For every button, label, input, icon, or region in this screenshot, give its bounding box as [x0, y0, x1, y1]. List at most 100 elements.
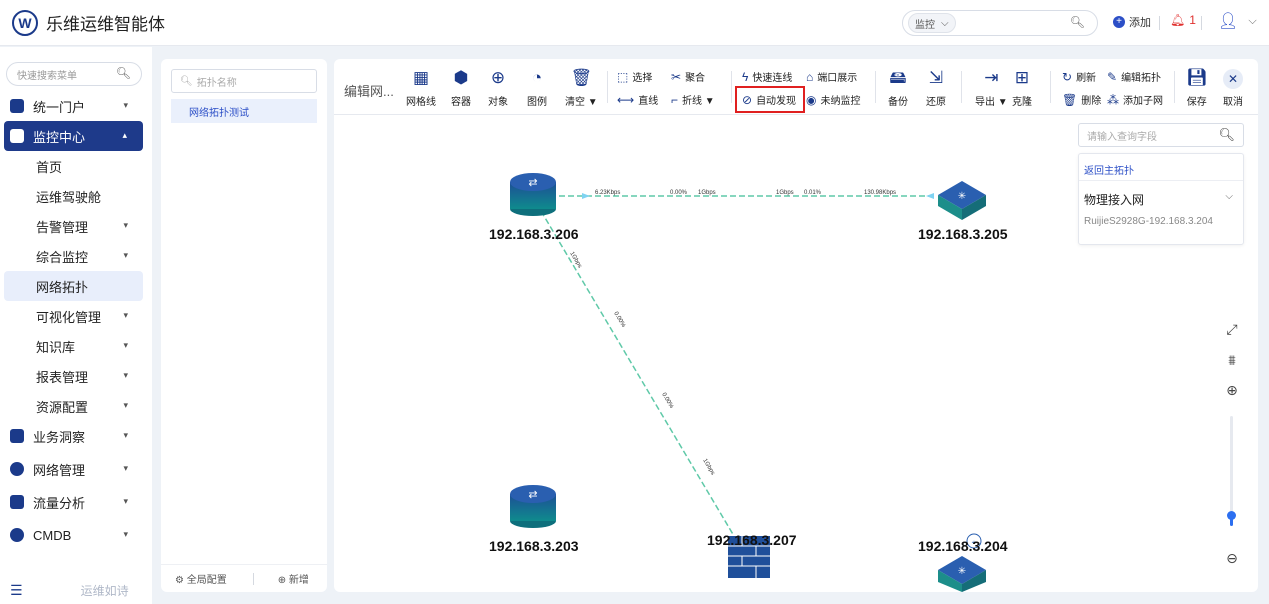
cmdb-icon	[10, 528, 24, 542]
chevron-down-icon[interactable]: ⌵	[1225, 191, 1233, 202]
sidebar-item-network[interactable]: 网络管理 ▾	[0, 454, 152, 484]
sidebar-nav: 统一门户 ▾ 监控中心 ▴ 首页 运维驾驶舱 告警管理 ▾ 综合监控 ▾ 网络拓扑 …	[0, 91, 152, 550]
cancel-button[interactable]: ✕ 取消	[1223, 67, 1243, 108]
link-label: 0.01%	[804, 190, 822, 196]
add-subnet-icon: ⁂	[1107, 92, 1119, 107]
restore-button[interactable]: ⇲ 还原	[926, 67, 946, 108]
new-topology-button[interactable]: ⊕ 新增	[278, 571, 309, 586]
clear-button[interactable]: 🗑︎ 清空 ▼	[565, 67, 598, 108]
topology-list-item[interactable]: 网络拓扑测试	[171, 99, 317, 123]
object-label: 对象	[488, 97, 508, 108]
plus-icon: +	[1113, 16, 1125, 28]
alert-bell-button[interactable]: 🔔︎ 1	[1170, 13, 1196, 27]
topology-search-input[interactable]: 🔍︎ 拓扑名称	[171, 69, 317, 93]
expand-icon: ⤢	[1226, 320, 1238, 337]
node-label-207[interactable]: 192.168.3.207	[707, 532, 797, 548]
sidebar-sub-report[interactable]: 报表管理 ▾	[0, 361, 152, 391]
zoom-in-button[interactable]: ⊕	[1222, 380, 1242, 400]
aggregate-tool[interactable]: ✂ 聚合	[671, 69, 705, 85]
save-button[interactable]: 💾︎ 保存	[1186, 67, 1208, 108]
topology-search-placeholder: 拓扑名称	[196, 77, 237, 89]
insight-icon	[10, 429, 24, 443]
sidebar-sub-alarm[interactable]: 告警管理 ▾	[0, 211, 152, 241]
router-icon[interactable]: ⇄	[510, 173, 556, 216]
port-display-tool[interactable]: ⌂ 端口展示	[806, 69, 857, 85]
straight-line-tool[interactable]: ⟷ 直线	[617, 92, 658, 108]
node-label-203[interactable]: 192.168.3.203	[489, 538, 579, 554]
chevron-down-icon: ⌵	[941, 17, 949, 29]
search-icon: 🔍︎	[180, 75, 193, 87]
delete-button[interactable]: 🗑︎ 删除	[1062, 92, 1101, 108]
monitor-icon	[10, 129, 24, 143]
sidebar-sub-label: 运维驾驶舱	[36, 189, 102, 205]
backup-label: 备份	[888, 97, 908, 108]
menu-search-input[interactable]: 快速搜索菜单 🔍︎	[6, 62, 142, 86]
backup-button[interactable]: 🖴︎ 备份	[888, 67, 908, 108]
sidebar-sub-visual[interactable]: 可视化管理 ▾	[0, 301, 152, 331]
zoom-slider[interactable]	[1227, 416, 1236, 526]
device-item[interactable]: RuijieS2928G-192.168.3.204	[1084, 216, 1213, 227]
sidebar-sub-label: 告警管理	[36, 219, 89, 235]
router-icon[interactable]: ⇄	[510, 485, 556, 528]
export-button[interactable]: ⇥ 导出 ▼	[975, 67, 1008, 108]
sidebar-sub-cockpit[interactable]: 运维驾驶舱	[0, 181, 152, 211]
quick-link-tool[interactable]: ϟ 快速连线	[742, 69, 792, 85]
fullscreen-button[interactable]: ⤢	[1222, 319, 1242, 339]
sidebar-item-label: 业务洞察	[33, 429, 86, 445]
chevron-down-icon: ⌵	[1248, 14, 1257, 27]
clone-button[interactable]: ⊞ 克隆	[1012, 67, 1032, 108]
polyline-tool[interactable]: ⌐ 折线 ▼	[671, 92, 715, 108]
refresh-button[interactable]: ↻ 刷新	[1062, 69, 1096, 85]
search-icon[interactable]: 🔍︎	[1070, 15, 1085, 29]
container-button[interactable]: ⬢ 容器	[451, 67, 471, 108]
search-scope-select[interactable]: 监控 ⌵	[908, 13, 956, 33]
export-icon: ⇥	[984, 68, 999, 87]
node-label-205[interactable]: 192.168.3.205	[918, 226, 1008, 242]
collapse-menu-icon[interactable]: ☰	[10, 582, 23, 599]
sidebar-sub-integrated[interactable]: 综合监控 ▾	[0, 241, 152, 271]
zoom-slider-handle[interactable]	[1227, 511, 1236, 520]
link-label: 6.23Kbps	[595, 190, 620, 196]
grid-button[interactable]: ▦ 网格线	[406, 67, 436, 108]
switch-icon[interactable]: ✳	[938, 181, 986, 220]
grid-label: 网格线	[406, 97, 436, 108]
search-icon[interactable]: 🔍︎	[116, 66, 131, 80]
link-206-207[interactable]	[540, 210, 735, 537]
user-menu[interactable]: 👤︎ ⌵	[1218, 11, 1257, 31]
app-logo[interactable]: W 乐维运维智能体	[12, 9, 165, 36]
bell-icon: 🔔︎	[1170, 13, 1186, 27]
sidebar-sub-topology[interactable]: 网络拓扑	[4, 271, 143, 301]
layout-button[interactable]: ⩩	[1222, 350, 1242, 370]
node-label-206[interactable]: 192.168.3.206	[489, 226, 579, 242]
add-subnet-button[interactable]: ⁂ 添加子网	[1107, 92, 1163, 108]
group-title[interactable]: 物理接入网	[1084, 191, 1144, 208]
sidebar-item-business[interactable]: 业务洞察 ▾	[0, 421, 152, 451]
zoom-out-button[interactable]: ⊖	[1222, 548, 1242, 568]
edit-topology-icon: ✎	[1107, 69, 1118, 84]
sidebar-item-cmdb[interactable]: CMDB ▾	[0, 520, 152, 550]
unmonitored-tool[interactable]: ◉ 未纳监控	[806, 92, 860, 108]
global-search[interactable]: 监控 ⌵ 🔍︎	[902, 10, 1098, 36]
sidebar-item-monitor-center[interactable]: 监控中心 ▴	[4, 121, 143, 151]
add-object-button[interactable]: ⊕ 对象	[488, 67, 508, 108]
legend-button[interactable]: ◔ 图例	[527, 67, 547, 108]
sidebar-sub-home[interactable]: 首页	[0, 151, 152, 181]
select-tool[interactable]: ⬚ 选择	[617, 69, 653, 85]
sidebar-sub-resource[interactable]: 资源配置 ▾	[0, 391, 152, 421]
global-config-button[interactable]: ⚙ 全局配置	[175, 571, 227, 586]
add-button[interactable]: + 添加	[1113, 14, 1151, 30]
search-icon[interactable]: 🔍︎	[1218, 127, 1235, 143]
edit-topology-button[interactable]: ✎ 编辑拓扑	[1107, 69, 1161, 85]
node-label-204[interactable]: 192.168.3.204	[918, 538, 1008, 554]
sidebar-item-traffic[interactable]: 流量分析 ▾	[0, 487, 152, 517]
sidebar-sub-knowledge[interactable]: 知识库 ▾	[0, 331, 152, 361]
back-to-main-link[interactable]: 返回主拓扑	[1084, 162, 1134, 177]
field-search-input[interactable]: 请输入查询字段 🔍︎	[1078, 123, 1244, 147]
top-header: W 乐维运维智能体 监控 ⌵ 🔍︎ + 添加 🔔︎ 1 👤︎ ⌵	[0, 0, 1269, 46]
chevron-down-icon: ▾	[123, 310, 128, 320]
home-icon	[10, 99, 24, 113]
chevron-down-icon: ▾	[123, 250, 128, 260]
select-label: 选择	[632, 73, 653, 84]
chevron-down-icon: ▾	[123, 220, 128, 230]
sidebar-item-portal[interactable]: 统一门户 ▾	[0, 91, 152, 121]
